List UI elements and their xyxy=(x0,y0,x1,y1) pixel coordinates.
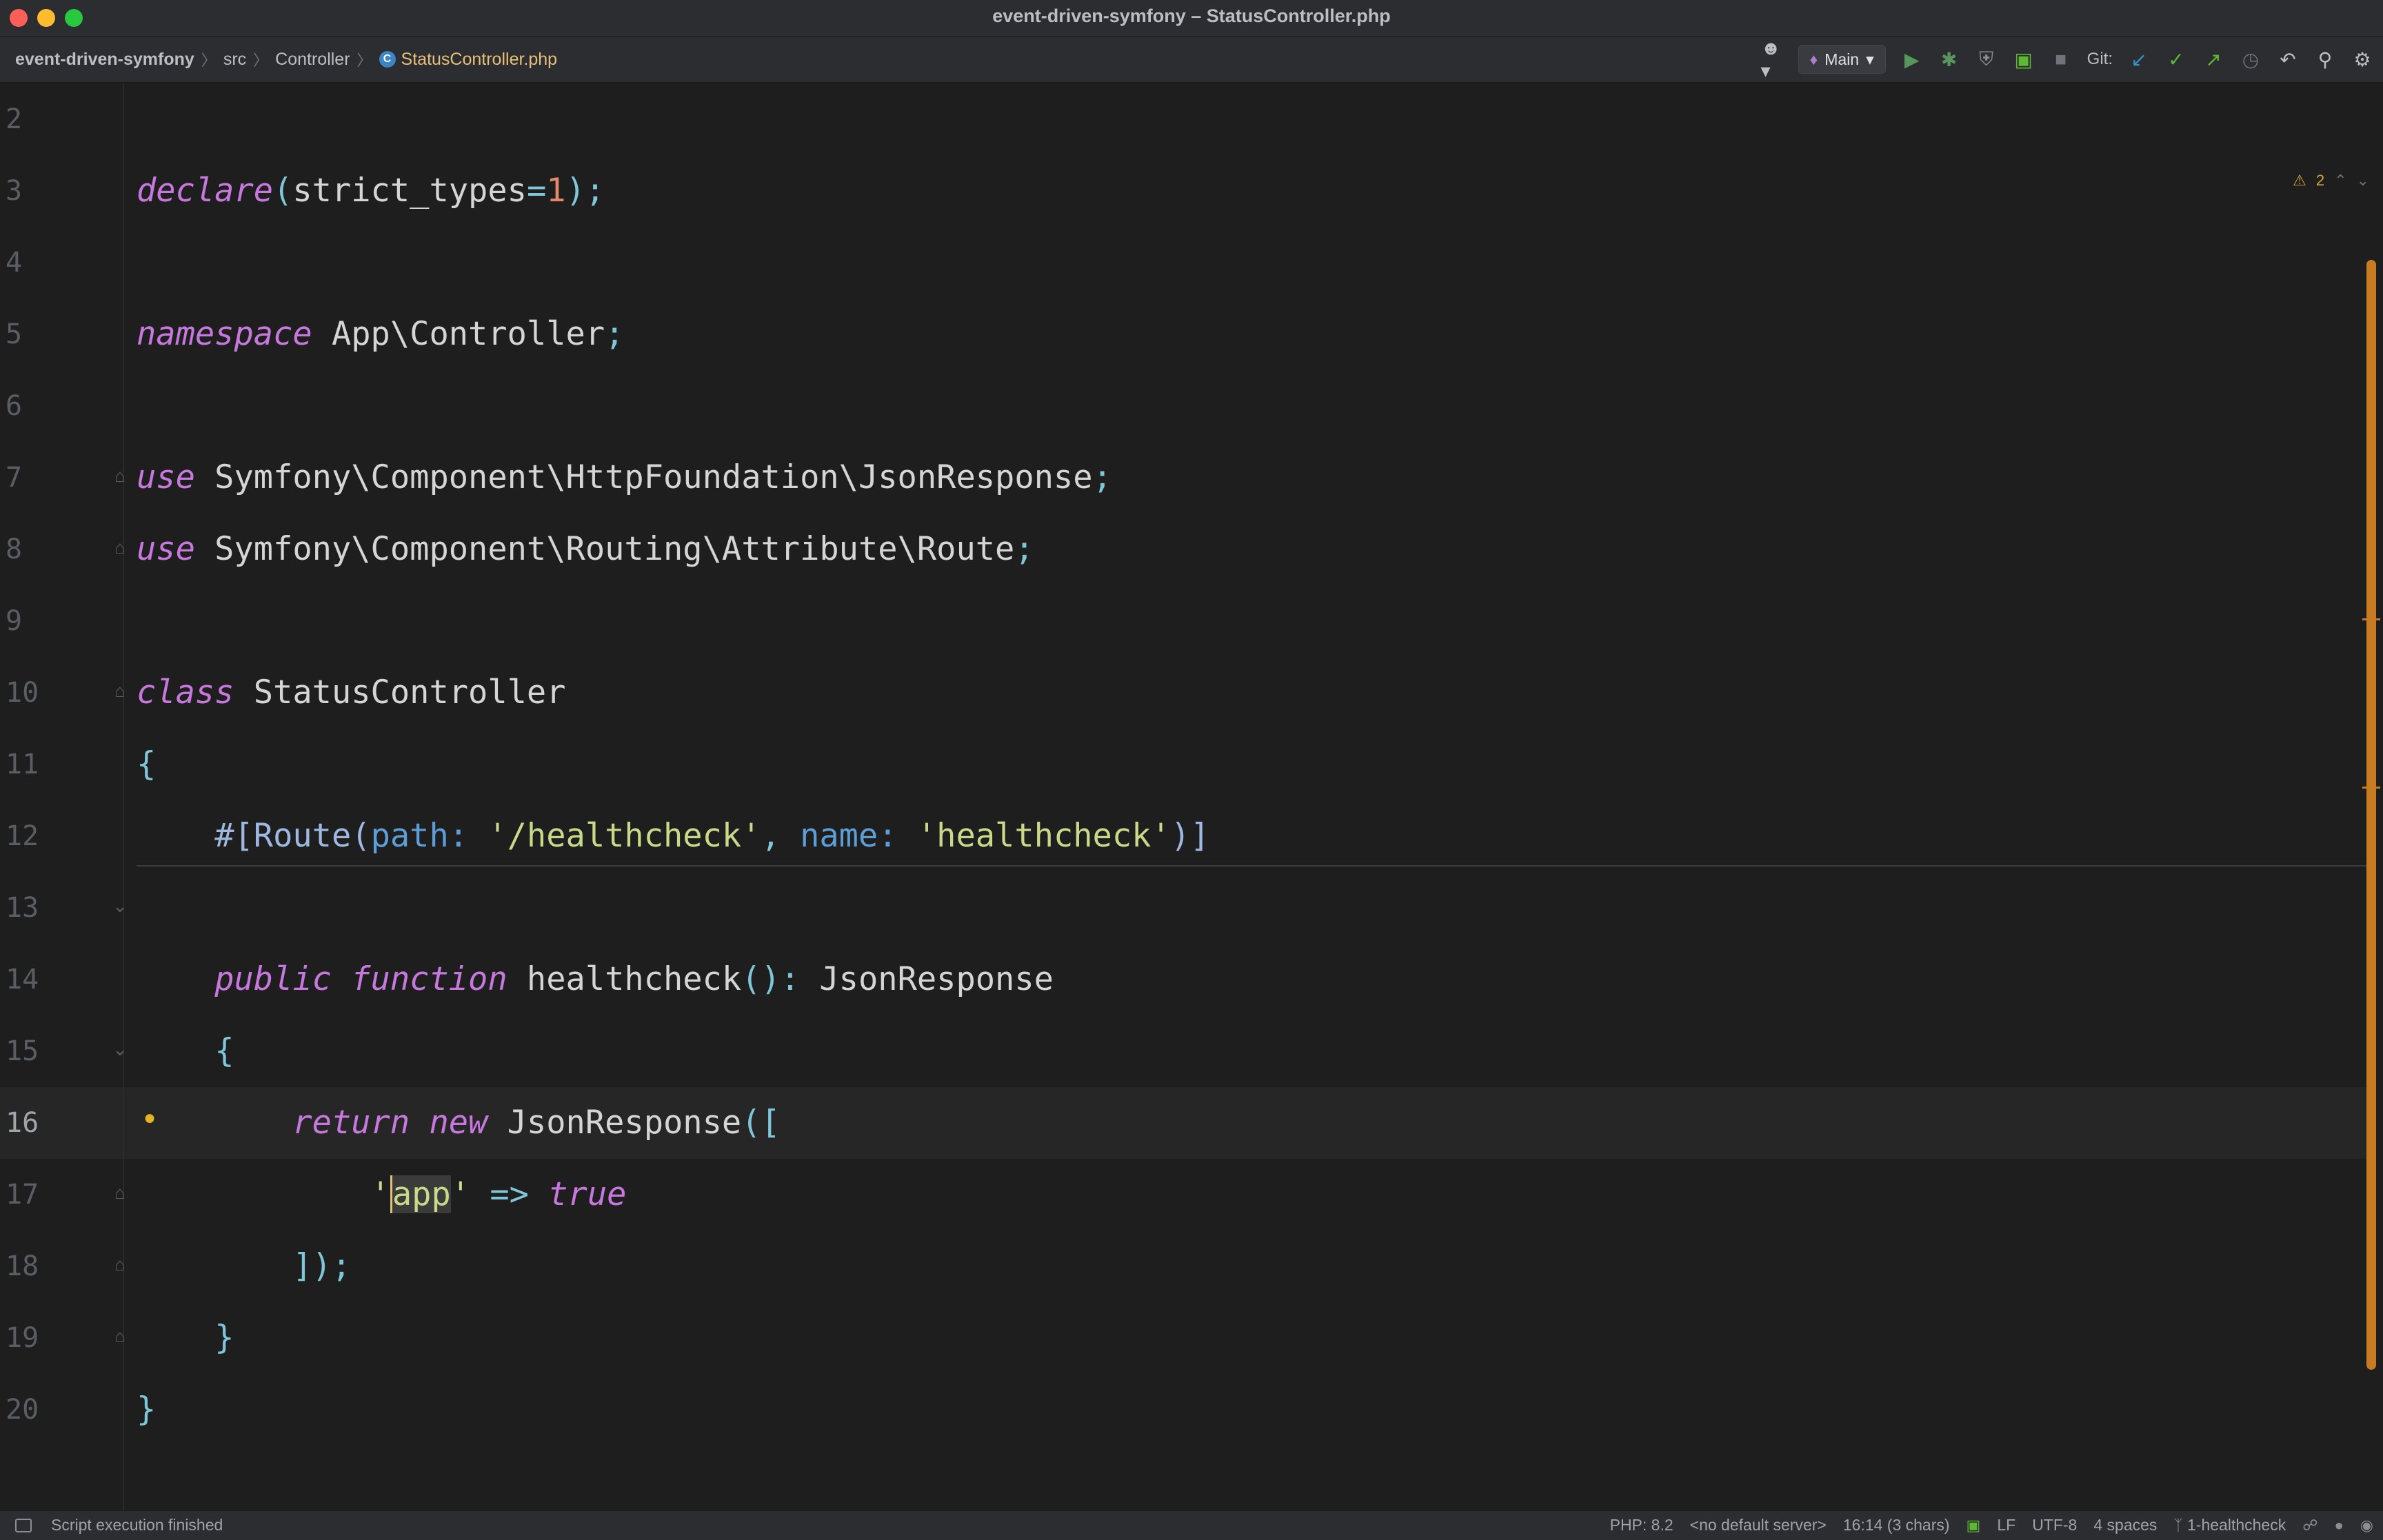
run-configuration-select[interactable]: ♦ Main ▾ xyxy=(1798,45,1886,74)
indent-setting[interactable]: 4 spaces xyxy=(2093,1516,2157,1534)
code-line-15: return new JsonResponse([ xyxy=(292,1104,781,1142)
code-line-16: 'app' => true xyxy=(370,1175,627,1213)
code-line-18: } xyxy=(214,1319,234,1357)
line-number: 19 xyxy=(6,1322,39,1354)
status-message: Script execution finished xyxy=(51,1516,223,1534)
chevron-up-icon[interactable]: ⌃ xyxy=(2334,172,2346,190)
git-branch-label: 1-healthcheck xyxy=(2187,1516,2286,1534)
warning-icon: ⚠ xyxy=(2293,172,2306,189)
git-push-icon[interactable]: ↗ xyxy=(2202,48,2224,70)
code-editor[interactable]: 2 3 4 5 6 7 8 9 10 11 12 13 14 15 16 17 … xyxy=(0,83,2383,1510)
symfony-icon: ♦ xyxy=(1809,50,1818,68)
code-line-7: use Symfony\Component\HttpFoundation\Jso… xyxy=(137,458,1112,496)
status-bar: Script execution finished PHP: 8.2 <no d… xyxy=(0,1510,2383,1540)
line-number: 18 xyxy=(6,1250,39,1282)
git-update-icon[interactable]: ↙ xyxy=(2128,48,2150,70)
lock-icon[interactable]: ☍ xyxy=(2302,1517,2317,1534)
default-server[interactable]: <no default server> xyxy=(1690,1516,1827,1534)
coverage-icon[interactable]: ⛨ xyxy=(1975,48,1998,70)
breadcrumb-separator: 〉 xyxy=(253,52,269,69)
code-line-13: public function healthcheck(): JsonRespo… xyxy=(214,960,1054,998)
rollback-icon[interactable]: ↶ xyxy=(2277,48,2299,70)
intention-bulb-icon[interactable]: ● xyxy=(143,1106,156,1130)
scrollbar-marker[interactable] xyxy=(2362,787,2380,789)
tool-window-toggle-icon[interactable] xyxy=(15,1518,32,1532)
breadcrumb-file-label: StatusController.php xyxy=(401,49,558,69)
stop-icon[interactable]: ■ xyxy=(2050,48,2072,70)
code-line-14: { xyxy=(214,1032,234,1070)
line-number: 9 xyxy=(6,605,23,637)
php-version[interactable]: PHP: 8.2 xyxy=(1610,1516,1673,1534)
line-number: 5 xyxy=(6,318,23,350)
line-number: 17 xyxy=(6,1179,39,1210)
run-configuration-label: Main xyxy=(1824,50,1860,68)
git-label: Git: xyxy=(2087,50,2113,68)
branch-icon: ᛉ xyxy=(2173,1517,2183,1534)
navigation-bar: event-driven-symfony 〉 src 〉 Controller … xyxy=(0,37,2383,83)
line-number: 10 xyxy=(6,677,39,709)
line-number-current: 16 xyxy=(6,1107,39,1139)
toolbar-actions: ☻▾ ♦ Main ▾ ▶ ✱ ⛨ ▣ ■ Git: ↙ ✓ ↗ ◷ ↶ ⚲ ⚙ xyxy=(1761,37,2374,81)
search-icon[interactable]: ⚲ xyxy=(2314,48,2336,70)
line-number: 13 xyxy=(6,892,39,924)
code-line-19: } xyxy=(137,1390,157,1428)
git-history-icon[interactable]: ◷ xyxy=(2240,48,2262,70)
code-line-10: class StatusController xyxy=(137,673,566,711)
code-line-3: declare(strict_types=1); xyxy=(137,172,605,210)
code-line-11: { xyxy=(137,745,157,783)
php-class-icon: C xyxy=(379,51,396,68)
line-number: 20 xyxy=(6,1394,39,1426)
breadcrumb-file[interactable]: C StatusController.php xyxy=(379,49,558,70)
user-icon[interactable]: ☻▾ xyxy=(1761,37,1783,81)
line-number: 11 xyxy=(6,749,39,780)
run-icon[interactable]: ▶ xyxy=(1901,48,1923,70)
breadcrumb-controller[interactable]: Controller xyxy=(275,50,350,70)
chevron-down-icon[interactable]: ⌄ xyxy=(2357,172,2369,190)
ide-window: event-driven-symfony – StatusController.… xyxy=(0,0,2383,1540)
code-line-12: #[Route(path: '/healthcheck', name: 'hea… xyxy=(214,817,1210,855)
chevron-down-icon: ▾ xyxy=(1866,50,1874,68)
code-line-8: use Symfony\Component\Routing\Attribute\… xyxy=(137,530,1034,568)
line-number: 6 xyxy=(6,390,23,422)
line-number: 3 xyxy=(6,175,23,207)
git-branch[interactable]: ᛉ 1-healthcheck xyxy=(2173,1516,2286,1534)
code-line-5: namespace App\Controller; xyxy=(137,315,625,353)
file-encoding[interactable]: UTF-8 xyxy=(2032,1516,2077,1534)
breadcrumb-src[interactable]: src xyxy=(223,50,246,70)
line-number: 15 xyxy=(6,1035,39,1067)
line-separator[interactable]: LF xyxy=(1997,1516,2015,1534)
code-area[interactable]: declare(strict_types=1); namespace App\C… xyxy=(124,83,2383,1510)
line-number: 4 xyxy=(6,247,23,278)
breadcrumb-separator: 〉 xyxy=(356,52,372,69)
line-number: 14 xyxy=(6,964,39,995)
line-number: 2 xyxy=(6,103,23,135)
scrollbar-marker[interactable] xyxy=(2362,618,2380,620)
warning-count: 2 xyxy=(2315,172,2325,189)
profile-icon[interactable]: ▣ xyxy=(2013,48,2035,70)
code-line-17: ]); xyxy=(292,1247,352,1285)
line-number: 12 xyxy=(6,820,39,852)
line-number: 7 xyxy=(6,462,23,494)
window-title: event-driven-symfony – StatusController.… xyxy=(992,6,1391,26)
breadcrumb: event-driven-symfony 〉 src 〉 Controller … xyxy=(15,48,557,71)
git-commit-icon[interactable]: ✓ xyxy=(2165,48,2187,70)
line-number: 8 xyxy=(6,534,23,565)
event-log-icon[interactable]: ◉ xyxy=(2360,1517,2373,1534)
breadcrumb-separator: 〉 xyxy=(201,52,217,69)
title-bar: event-driven-symfony – StatusController.… xyxy=(0,0,2383,37)
caret-position[interactable]: 16:14 (3 chars) xyxy=(1843,1516,1950,1534)
breadcrumb-project[interactable]: event-driven-symfony xyxy=(15,50,194,70)
code-with-me-icon[interactable]: ▣ xyxy=(1967,1517,1981,1534)
vertical-scrollbar-thumb[interactable] xyxy=(2366,260,2376,1370)
editor-gutter: 2 3 4 5 6 7 8 9 10 11 12 13 14 15 16 17 … xyxy=(0,83,128,1510)
notifications-icon[interactable]: ● xyxy=(2335,1517,2344,1534)
inspection-widget[interactable]: ⚠ 2 ⌃ ⌄ xyxy=(2293,172,2369,190)
debug-icon[interactable]: ✱ xyxy=(1938,48,1960,70)
settings-icon[interactable]: ⚙ xyxy=(2351,48,2373,70)
